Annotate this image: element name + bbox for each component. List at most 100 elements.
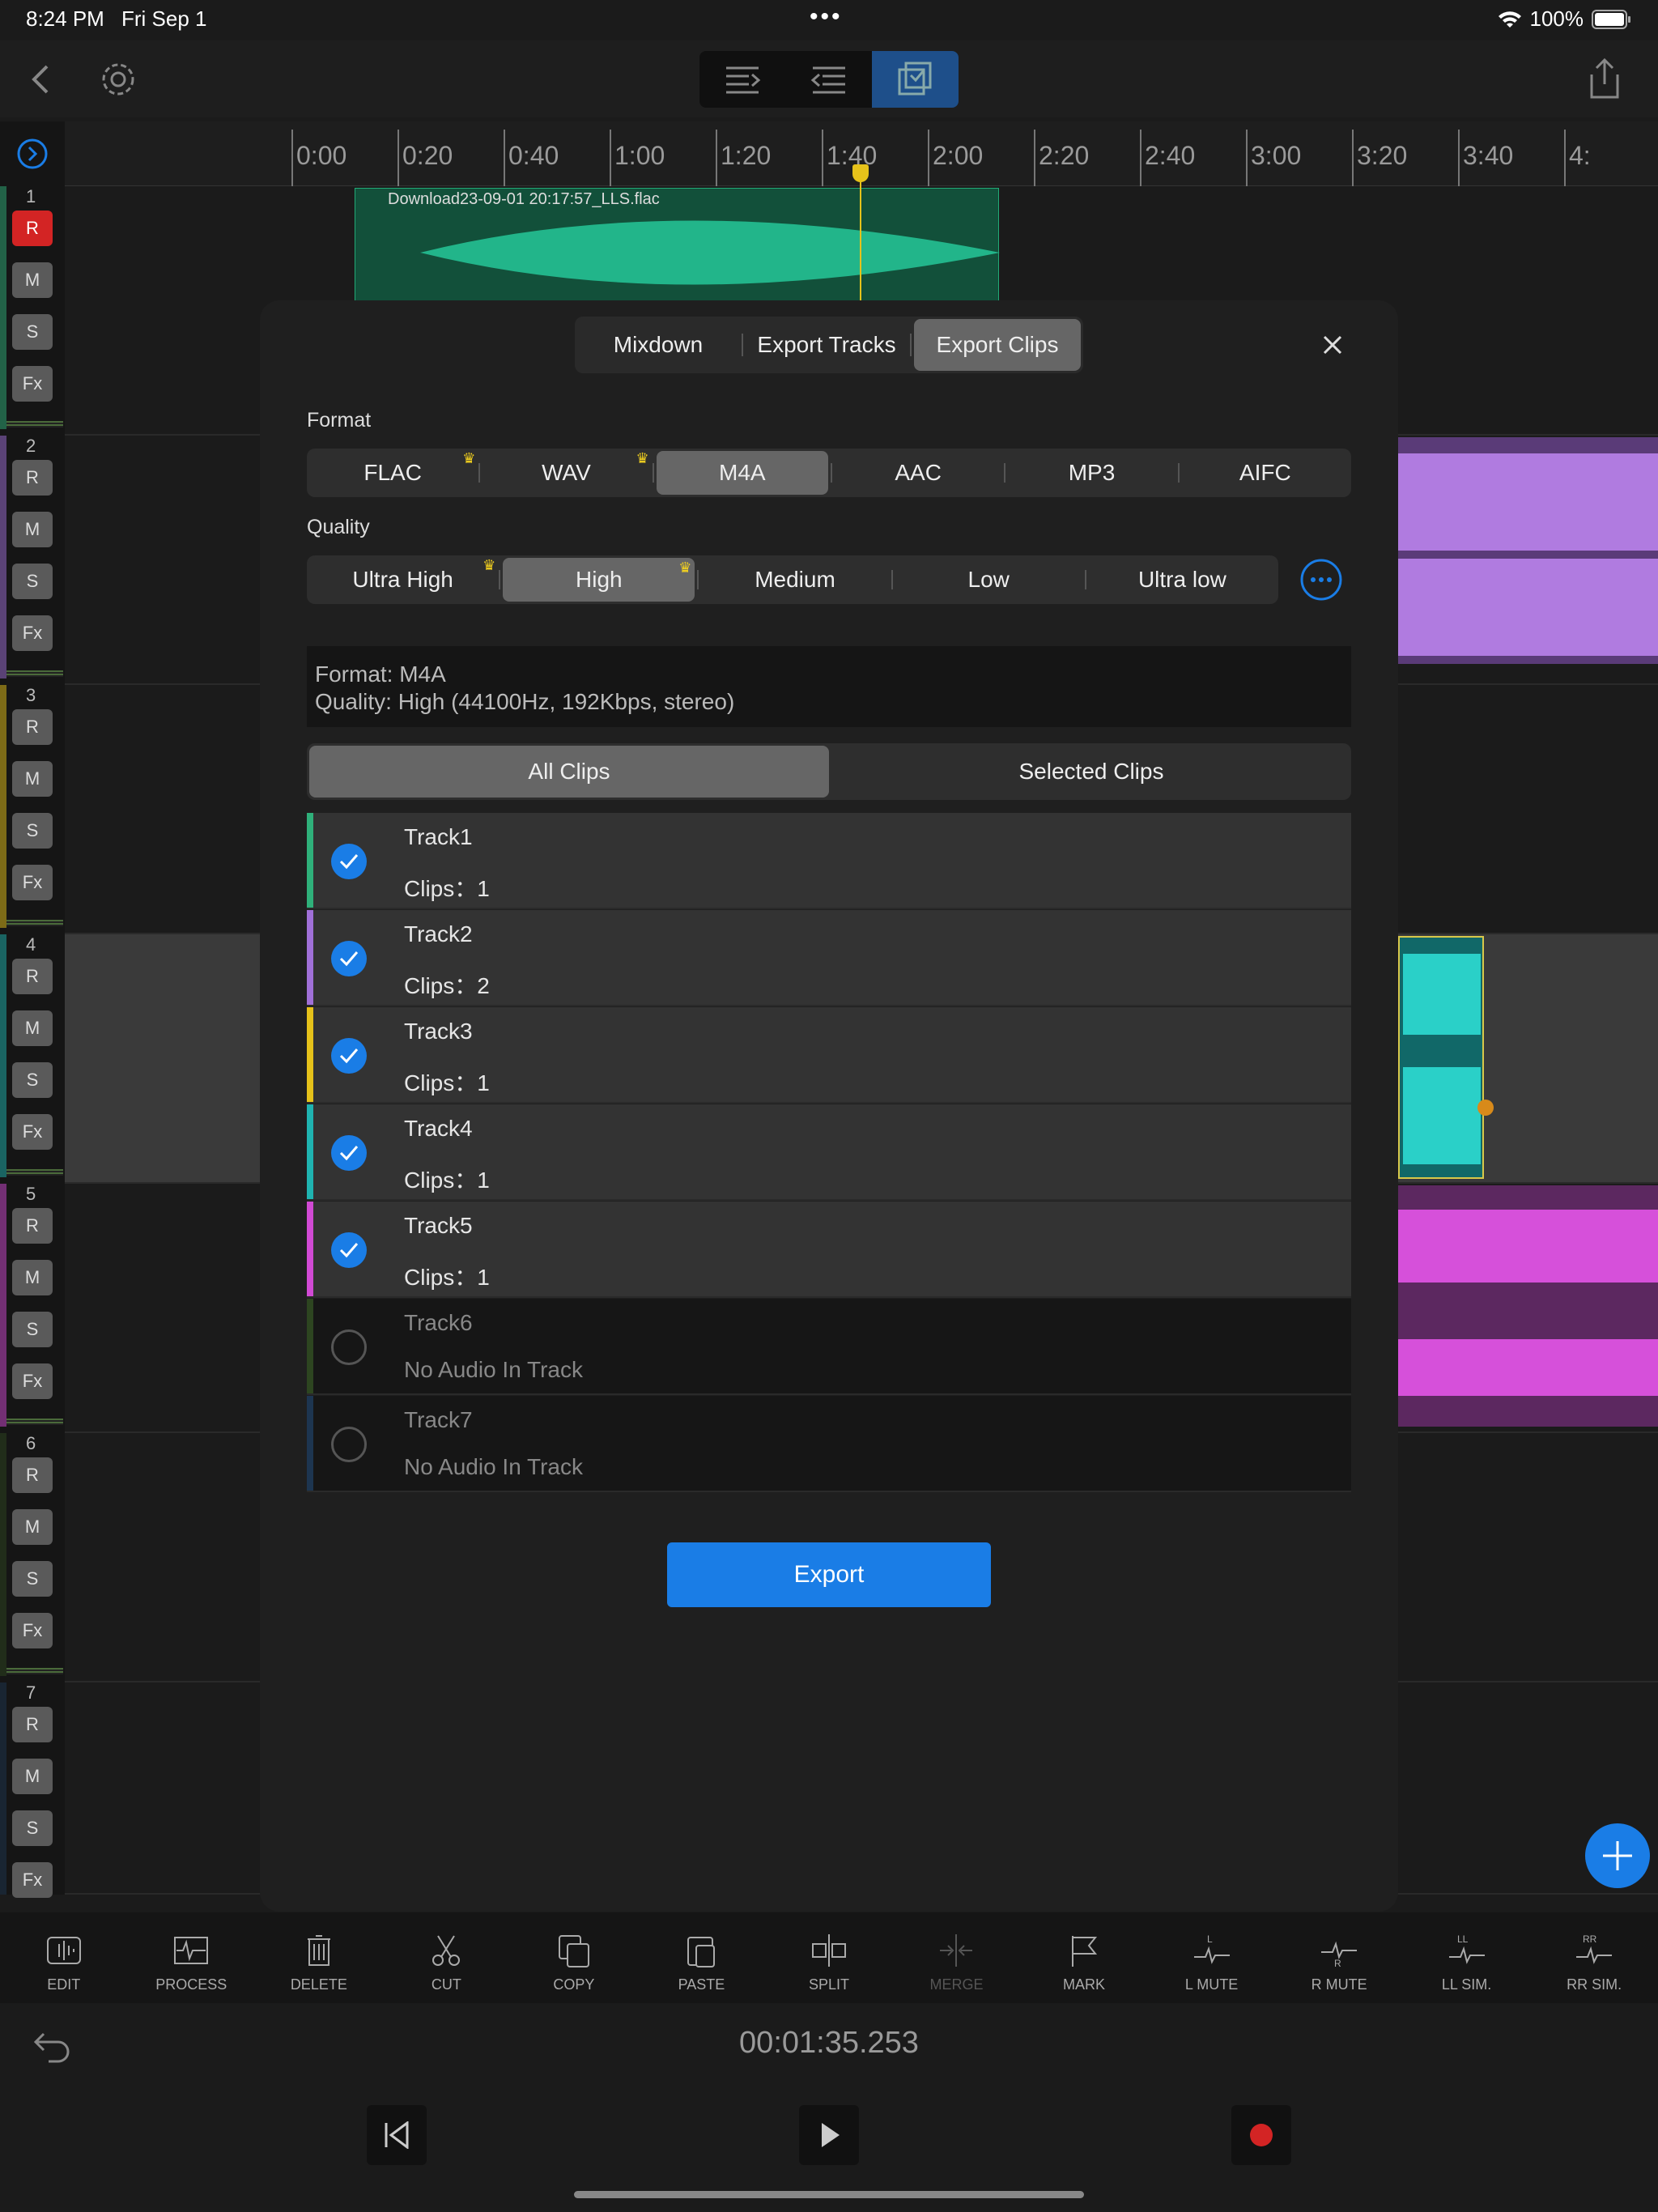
- tool-rr-sim-button[interactable]: RR RR SIM.: [1530, 1912, 1658, 2003]
- quality-option-high[interactable]: High ♛: [503, 558, 695, 602]
- audio-clip-track4[interactable]: [1398, 936, 1494, 1179]
- more-options-icon[interactable]: [1299, 558, 1343, 602]
- scope-option-all-clips[interactable]: All Clips: [309, 746, 829, 798]
- checkbox-checked-icon[interactable]: [331, 1038, 367, 1074]
- playhead[interactable]: [860, 166, 861, 300]
- tool-merge-button[interactable]: MERGE: [893, 1912, 1021, 2003]
- track-r-button[interactable]: R: [12, 709, 53, 745]
- view-mode-select[interactable]: [872, 51, 959, 108]
- track-fx-button[interactable]: Fx: [12, 1862, 53, 1898]
- view-mode-forward[interactable]: [699, 51, 786, 108]
- multitask-dots-icon[interactable]: •••: [810, 3, 843, 31]
- tool-process-button[interactable]: PROCESS: [128, 1912, 256, 2003]
- track-s-button[interactable]: S: [12, 1561, 53, 1597]
- track-r-button[interactable]: R: [12, 1457, 53, 1493]
- clip-fade-handle[interactable]: [1477, 1100, 1494, 1116]
- tool-r-mute-button[interactable]: R R MUTE: [1275, 1912, 1403, 2003]
- format-option-m4a[interactable]: M4A: [656, 451, 828, 495]
- skip-back-button[interactable]: [367, 2105, 427, 2165]
- format-option-aac[interactable]: AAC: [832, 449, 1004, 497]
- tool-paste-button[interactable]: PASTE: [638, 1912, 766, 2003]
- checkbox-checked-icon[interactable]: [331, 1135, 367, 1171]
- track-fx-button[interactable]: Fx: [12, 1613, 53, 1648]
- audio-clip-track1[interactable]: Download23-09-01 20:17:57_LLS.flac: [355, 188, 1000, 301]
- tool-cut-button[interactable]: CUT: [383, 1912, 511, 2003]
- tool-l-mute-button[interactable]: L L MUTE: [1148, 1912, 1276, 2003]
- track-row[interactable]: Track5 Clips：1: [307, 1202, 1351, 1298]
- checkbox-checked-icon[interactable]: [331, 844, 367, 879]
- track-fx-button[interactable]: Fx: [12, 865, 53, 900]
- format-option-mp3[interactable]: MP3: [1005, 449, 1177, 497]
- track-s-button[interactable]: S: [12, 1810, 53, 1846]
- export-button[interactable]: Export: [667, 1542, 991, 1607]
- track-fx-button[interactable]: Fx: [12, 366, 53, 402]
- format-option-flac[interactable]: FLAC ♛: [307, 449, 478, 497]
- audio-clip-track5[interactable]: [1398, 1185, 1658, 1427]
- track-s-button[interactable]: S: [12, 813, 53, 849]
- format-option-wav[interactable]: WAV ♛: [480, 449, 652, 497]
- track-r-button[interactable]: R: [12, 460, 53, 496]
- tool-mark-button[interactable]: MARK: [1020, 1912, 1148, 2003]
- track-fx-button[interactable]: Fx: [12, 1114, 53, 1150]
- quality-option-medium[interactable]: Medium: [699, 555, 891, 604]
- gear-icon[interactable]: [97, 58, 139, 100]
- track-r-button[interactable]: R: [12, 1707, 53, 1742]
- track-m-button[interactable]: M: [12, 512, 53, 547]
- checkbox-empty-icon[interactable]: [331, 1329, 367, 1365]
- track-m-button[interactable]: M: [12, 262, 53, 298]
- checkbox-checked-icon[interactable]: [331, 941, 367, 976]
- close-icon[interactable]: [1322, 334, 1343, 355]
- view-mode-back[interactable]: [786, 51, 873, 108]
- track-m-button[interactable]: M: [12, 1010, 53, 1046]
- playhead-marker[interactable]: [852, 164, 869, 182]
- waveform: [355, 220, 1000, 285]
- track-r-button[interactable]: R: [12, 1208, 53, 1244]
- track-s-button[interactable]: S: [12, 1312, 53, 1347]
- track-r-button[interactable]: R: [12, 211, 53, 246]
- tool-split-button[interactable]: SPLIT: [765, 1912, 893, 2003]
- quality-option-low[interactable]: Low: [893, 555, 1085, 604]
- track-m-button[interactable]: M: [12, 1260, 53, 1295]
- track-m-button[interactable]: M: [12, 1509, 53, 1545]
- play-button[interactable]: [799, 2105, 859, 2165]
- expand-tracks-icon[interactable]: [16, 138, 49, 170]
- tab-export-tracks[interactable]: Export Tracks: [743, 317, 910, 373]
- checkbox-checked-icon[interactable]: [331, 1232, 367, 1268]
- tool-copy-button[interactable]: COPY: [510, 1912, 638, 2003]
- tab-mixdown[interactable]: Mixdown: [575, 317, 742, 373]
- track-row[interactable]: Track7 No Audio In Track: [307, 1396, 1351, 1492]
- quality-divider: [499, 570, 501, 589]
- track-row[interactable]: Track3 Clips：1: [307, 1007, 1351, 1104]
- track-m-button[interactable]: M: [12, 761, 53, 797]
- tool-ll-sim-button[interactable]: LL LL SIM.: [1403, 1912, 1531, 2003]
- track-s-button[interactable]: S: [12, 564, 53, 599]
- paste-icon: [687, 1937, 716, 1967]
- ruler-tick: 1:00: [610, 130, 665, 186]
- track-row[interactable]: Track1 Clips：1: [307, 813, 1351, 909]
- tool-delete-button[interactable]: DELETE: [255, 1912, 383, 2003]
- audio-clip-track2[interactable]: [1398, 437, 1658, 664]
- add-track-button[interactable]: [1585, 1823, 1650, 1888]
- tool-edit-button[interactable]: EDIT: [0, 1912, 128, 2003]
- quality-option-ultra-low[interactable]: Ultra low: [1086, 555, 1278, 604]
- status-date: Fri Sep 1: [121, 6, 207, 31]
- track-s-button[interactable]: S: [12, 1062, 53, 1098]
- track-fx-button[interactable]: Fx: [12, 1363, 53, 1399]
- track-m-button[interactable]: M: [12, 1759, 53, 1794]
- share-icon[interactable]: [1587, 57, 1622, 100]
- format-option-aifc[interactable]: AIFC: [1180, 449, 1351, 497]
- record-button[interactable]: [1231, 2105, 1291, 2165]
- track-row[interactable]: Track6 No Audio In Track: [307, 1299, 1351, 1395]
- track-row[interactable]: Track4 Clips：1: [307, 1104, 1351, 1201]
- track-row[interactable]: Track2 Clips：2: [307, 910, 1351, 1006]
- quality-option-ultra-high[interactable]: Ultra High ♛: [307, 555, 499, 604]
- track-name: Track2: [404, 921, 473, 946]
- scope-option-selected-clips[interactable]: Selected Clips: [831, 743, 1351, 800]
- tab-export-clips[interactable]: Export Clips: [914, 319, 1081, 371]
- track-fx-button[interactable]: Fx: [12, 615, 53, 651]
- track-s-button[interactable]: S: [12, 314, 53, 350]
- checkbox-empty-icon[interactable]: [331, 1427, 367, 1462]
- track-r-button[interactable]: R: [12, 959, 53, 994]
- back-icon[interactable]: [29, 63, 53, 96]
- track-name: Track3: [404, 1019, 473, 1044]
